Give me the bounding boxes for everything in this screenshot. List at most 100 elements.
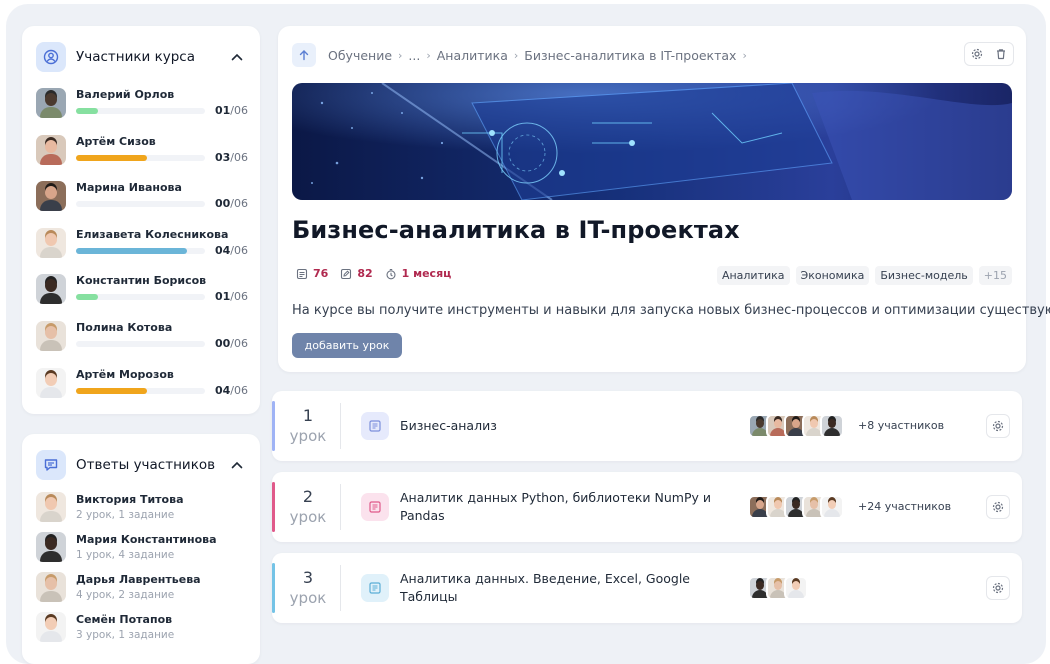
participants-count: +24 участников [858, 500, 952, 513]
avatar [820, 414, 844, 438]
course-description: На курсе вы получите инструменты и навык… [292, 303, 1050, 318]
course-duration: 1 месяц [385, 267, 451, 280]
member-row[interactable]: Елизавета Колесникова 04/06 [36, 227, 248, 262]
avatar [36, 367, 66, 398]
answer-location: 3 урок, 1 задание [76, 629, 175, 641]
answer-author: Дарья Лаврентьева [76, 573, 201, 586]
member-name: Елизавета Колесникова [76, 227, 229, 241]
members-panel: Участники курса Валерий Орлов 01/06 Артём … [22, 26, 260, 414]
chevron-right-icon: › [398, 48, 403, 62]
breadcrumb: Обучение › ... › Аналитика › Бизнес-анал… [292, 42, 753, 68]
edit-icon [341, 268, 352, 279]
lesson-title[interactable]: Бизнес-анализ [400, 417, 720, 435]
progress-count: 04/06 [214, 243, 248, 257]
lesson-number: 2 [302, 487, 314, 506]
lesson-card[interactable]: 3 урок Аналитика данных. Введение, Excel, … [272, 553, 1022, 623]
avatar [36, 572, 66, 602]
member-row[interactable]: Валерий Орлов 01/06 [36, 88, 248, 122]
progress-bar [76, 341, 205, 347]
avatar [36, 274, 66, 305]
member-name: Марина Иванова [76, 181, 182, 195]
arrow-up-icon[interactable] [292, 43, 316, 67]
answers-panel: Ответы участников Виктория Титова 2 урок,… [22, 434, 260, 664]
gear-icon[interactable] [986, 495, 1010, 519]
answer-row[interactable]: Дарья Лаврентьева 4 урок, 2 задание [36, 572, 248, 604]
members-panel-header[interactable]: Участники курса [36, 42, 246, 72]
progress-count: 04/06 [214, 383, 248, 397]
answer-row[interactable]: Виктория Титова 2 урок, 1 задание [36, 492, 248, 524]
course-banner-image [292, 83, 1012, 200]
divider [340, 484, 341, 530]
progress-bar [76, 201, 205, 208]
course-stats: 76 82 1 месяц [296, 267, 463, 280]
avatar [36, 134, 66, 165]
participants-count: +8 участников [858, 419, 945, 432]
lesson-doc-icon [361, 412, 389, 440]
lesson-number: 1 [302, 406, 314, 425]
member-name: Артём Морозов [76, 367, 174, 381]
avatar [784, 576, 808, 600]
progress-bar [76, 294, 205, 301]
avatar [36, 612, 66, 642]
lessons-count: 76 [296, 267, 328, 280]
lesson-accent-bar [272, 482, 275, 532]
answer-row[interactable]: Мария Константинова 1 урок, 4 задание [36, 532, 248, 564]
progress-count: 01/06 [214, 290, 248, 304]
avatar [36, 492, 66, 522]
lesson-title[interactable]: Аналитика данных. Введение, Excel, Googl… [400, 570, 720, 606]
member-name: Полина Котова [76, 321, 173, 334]
chevron-up-icon[interactable] [228, 456, 246, 474]
member-row[interactable]: Полина Котова 00/06 [36, 321, 248, 355]
tag[interactable]: Экономика [795, 266, 870, 285]
lesson-card[interactable]: 1 урок Бизнес-анализ +8 участников [272, 391, 1022, 461]
progress-count: 03/06 [214, 150, 248, 164]
member-row[interactable]: Марина Иванова 00/06 [36, 181, 248, 215]
member-row[interactable]: Артём Морозов 04/06 [36, 367, 248, 402]
lesson-word: урок [289, 589, 327, 607]
progress-bar [76, 247, 205, 254]
chevron-right-icon: › [742, 48, 747, 62]
participant-avatars[interactable] [748, 576, 808, 600]
breadcrumb-current[interactable]: Бизнес-аналитика в IT-проектах [524, 48, 736, 63]
answer-location: 2 урок, 1 задание [76, 509, 175, 521]
answers-panel-title: Ответы участников [76, 457, 216, 473]
lesson-accent-bar [272, 563, 275, 613]
breadcrumb-item[interactable]: Аналитика [437, 48, 508, 63]
answer-row[interactable]: Семён Потапов 3 урок, 1 задание [36, 612, 248, 644]
more-tags-badge[interactable]: +15 [978, 266, 1012, 285]
chevron-up-icon[interactable] [228, 48, 246, 66]
progress-bar [76, 154, 205, 161]
breadcrumb-ellipsis[interactable]: ... [408, 48, 420, 63]
course-tags: Аналитика Экономика Бизнес-модель +15 [711, 266, 1012, 285]
member-row[interactable]: Артём Сизов 03/06 [36, 134, 248, 169]
course-card: Обучение › ... › Аналитика › Бизнес-анал… [278, 26, 1050, 372]
avatar [36, 88, 66, 118]
answers-panel-header[interactable]: Ответы участников [36, 450, 246, 480]
lesson-card[interactable]: 2 урок Аналитик данных Python, библиотеки … [272, 472, 1022, 542]
lesson-doc-icon [361, 574, 389, 602]
chat-icon [36, 450, 66, 480]
lesson-title[interactable]: Аналитик данных Python, библиотеки NumPy… [400, 489, 720, 525]
answer-author: Семён Потапов [76, 613, 173, 626]
gear-icon[interactable] [971, 45, 983, 64]
lesson-word: урок [289, 427, 327, 445]
tag[interactable]: Аналитика [716, 266, 790, 285]
gear-icon[interactable] [986, 576, 1010, 600]
participant-avatars[interactable] [748, 495, 844, 519]
avatar [36, 181, 66, 212]
progress-count: 00/06 [214, 197, 248, 211]
lesson-word: урок [289, 508, 327, 526]
trash-icon[interactable] [995, 45, 1007, 64]
lesson-accent-bar [272, 401, 275, 451]
tasks-count: 82 [340, 267, 373, 280]
member-row[interactable]: Константин Борисов 01/06 [36, 274, 248, 308]
add-lesson-button[interactable]: добавить урок [292, 333, 402, 358]
participant-avatars[interactable] [748, 414, 844, 438]
answer-location: 1 урок, 4 задание [76, 549, 175, 561]
progress-count: 00/06 [214, 337, 248, 350]
avatar [36, 321, 66, 351]
breadcrumb-item[interactable]: Обучение [328, 48, 392, 63]
course-actions [964, 42, 1014, 66]
tag[interactable]: Бизнес-модель [875, 266, 973, 285]
gear-icon[interactable] [986, 414, 1010, 438]
